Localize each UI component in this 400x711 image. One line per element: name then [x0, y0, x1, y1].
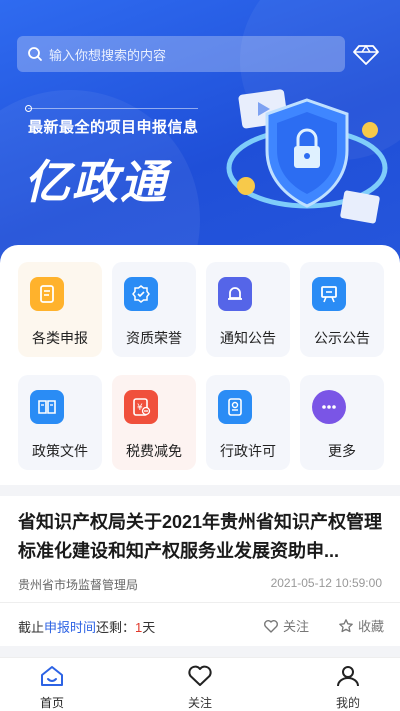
search-input[interactable]: 输入你想搜索的内容: [17, 36, 345, 72]
heart-icon: [186, 664, 214, 693]
category-label: 行政许可: [220, 443, 276, 459]
tab-follow[interactable]: 关注: [170, 664, 230, 711]
deadline-unit: 天: [142, 620, 156, 635]
tax-icon: ¥: [124, 390, 158, 424]
favorite-button[interactable]: 收藏: [338, 616, 384, 635]
more-icon: [312, 390, 346, 424]
category-notice[interactable]: 通知公告: [206, 262, 290, 357]
deadline-highlight: 申报时间: [44, 620, 97, 635]
hero-tagline: 最新最全的项目申报信息: [28, 119, 199, 136]
category-qualification[interactable]: 资质荣誉: [112, 262, 196, 357]
search-icon: [27, 46, 43, 62]
project-date: 2021-05-12 10:59:00: [270, 576, 382, 590]
heart-icon: [263, 618, 279, 634]
tab-label: 首页: [39, 696, 64, 710]
category-license[interactable]: 行政许可: [206, 375, 290, 470]
category-policy[interactable]: 政策文件: [18, 375, 102, 470]
license-icon: [218, 390, 252, 424]
tab-label: 关注: [187, 696, 212, 710]
deadline-prefix: 截止: [18, 620, 45, 635]
category-publicity[interactable]: 公示公告: [300, 262, 384, 357]
deadline-mid: 还剩：: [96, 620, 136, 635]
category-grid: 各类申报 资质荣誉 通知公告 公示公告 政策文件 ¥ 税费减免 行政许可 更多: [0, 245, 400, 485]
deadline-text: 截止申报时间还剩：1天: [18, 617, 155, 636]
category-label: 更多: [328, 443, 356, 459]
project-title[interactable]: 省知识产权局关于2021年贵州省知识产权管理标准化建设和知产权服务业发展资助申.…: [18, 508, 386, 566]
favorite-label: 收藏: [358, 619, 385, 634]
vip-diamond-icon[interactable]: [352, 40, 380, 68]
category-label: 政策文件: [32, 443, 88, 459]
category-label: 各类申报: [32, 330, 88, 346]
category-label: 通知公告: [220, 330, 276, 346]
board-icon: [312, 277, 346, 311]
bottom-tab-bar: 首页 关注 我的: [0, 657, 400, 711]
search-placeholder: 输入你想搜索的内容: [49, 47, 167, 63]
security-shield-illustration: [222, 88, 392, 238]
category-apply[interactable]: 各类申报: [18, 262, 102, 357]
divider: [0, 602, 400, 603]
user-icon: [335, 664, 361, 693]
project-list-item[interactable]: 省知识产权局关于2021年贵州省知识产权管理标准化建设和知产权服务业发展资助申.…: [0, 496, 400, 646]
tab-home[interactable]: 首页: [22, 664, 82, 711]
follow-label: 关注: [283, 619, 310, 634]
category-more[interactable]: 更多: [300, 375, 384, 470]
document-icon: [30, 277, 64, 311]
category-tax[interactable]: ¥ 税费减免: [112, 375, 196, 470]
badge-icon: [124, 277, 158, 311]
star-icon: [338, 618, 354, 634]
bell-icon: [218, 277, 252, 311]
tab-mine[interactable]: 我的: [318, 664, 378, 711]
category-label: 资质荣誉: [126, 330, 182, 346]
book-icon: [30, 390, 64, 424]
brand-logo-text: 亿政通: [24, 156, 168, 208]
category-label: 公示公告: [314, 330, 370, 346]
tab-label: 我的: [335, 696, 360, 710]
category-label: 税费减免: [126, 443, 182, 459]
follow-button[interactable]: 关注: [263, 616, 309, 635]
home-icon: [39, 664, 65, 693]
project-source: 贵州省市场监督管理局: [18, 578, 139, 592]
